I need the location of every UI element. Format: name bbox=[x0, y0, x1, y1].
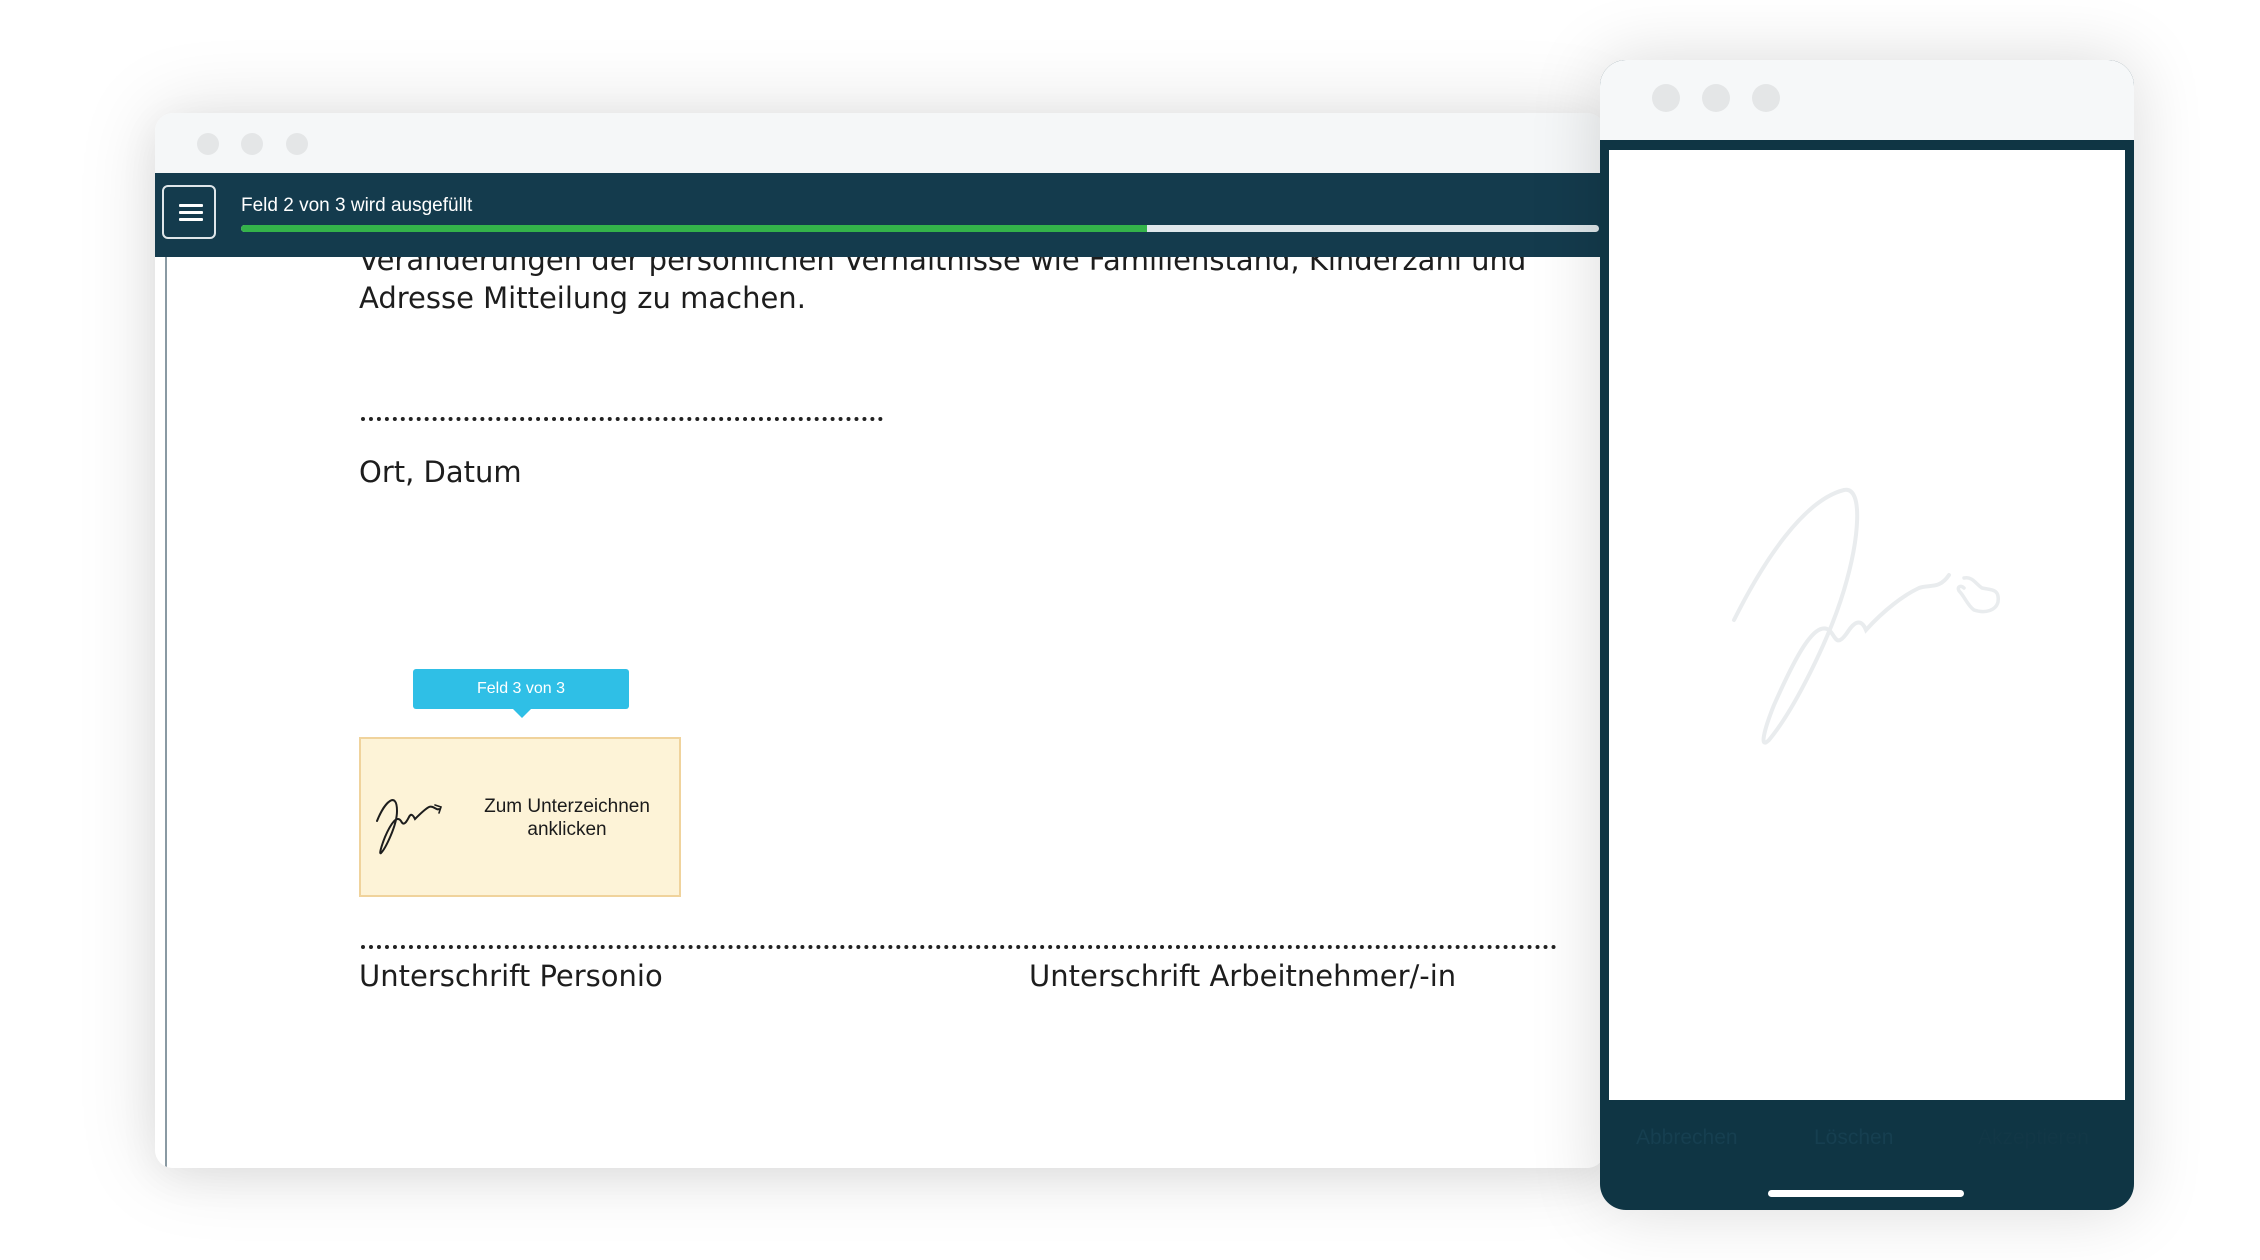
document-cut-off-line: Veränderungen der persönlichen Verhältni… bbox=[359, 257, 1527, 277]
window-close-dot[interactable] bbox=[197, 133, 219, 155]
signature-personio-label: Unterschrift Personio bbox=[359, 959, 663, 993]
clear-button[interactable]: Löschen bbox=[1814, 1126, 1893, 1150]
phone-dot-1 bbox=[1652, 84, 1680, 112]
progress-bar-fill bbox=[241, 225, 1147, 232]
phone-header bbox=[1600, 60, 2134, 140]
signature-actions: Abbrechen Löschen Akzeptieren bbox=[1600, 1126, 2134, 1166]
window-maximize-dot[interactable] bbox=[286, 133, 308, 155]
document-paragraph-line: Adresse Mitteilung zu machen. bbox=[359, 281, 806, 315]
progress-bar bbox=[241, 225, 1599, 232]
browser-window: Feld 2 von 3 wird ausgefüllt Veränderung… bbox=[155, 113, 1605, 1168]
document-viewer: Veränderungen der persönlichen Verhältni… bbox=[155, 257, 1605, 1168]
field-progress-text: Feld 2 von 3 wird ausgefüllt bbox=[241, 195, 473, 216]
accept-button[interactable]: Akzeptieren bbox=[1978, 1126, 2089, 1150]
signature-field[interactable]: Zum Unterzeichnen anklicken bbox=[359, 737, 681, 897]
place-date-dotted-line bbox=[361, 417, 883, 421]
field-counter-tag: Feld 3 von 3 bbox=[413, 669, 629, 718]
browser-titlebar bbox=[155, 113, 1605, 173]
phone-dot-3 bbox=[1752, 84, 1780, 112]
hamburger-menu-icon bbox=[179, 204, 203, 222]
phone-signature-pad: Abbrechen Löschen Akzeptieren bbox=[1600, 60, 2134, 1210]
signature-canvas[interactable] bbox=[1609, 150, 2125, 1100]
signature-placeholder-icon bbox=[1732, 487, 2000, 745]
document-edge bbox=[165, 257, 167, 1168]
home-indicator bbox=[1768, 1190, 1964, 1197]
sign-field-label: Zum Unterzeichnen anklicken bbox=[484, 796, 650, 840]
signing-toolbar: Feld 2 von 3 wird ausgefüllt bbox=[155, 173, 1605, 257]
menu-button[interactable] bbox=[162, 185, 216, 239]
signature-employee-label: Unterschrift Arbeitnehmer/-in bbox=[1029, 959, 1457, 993]
cancel-button[interactable]: Abbrechen bbox=[1636, 1126, 1738, 1150]
window-minimize-dot[interactable] bbox=[241, 133, 263, 155]
signature-dotted-line bbox=[361, 945, 1557, 949]
phone-dot-2 bbox=[1702, 84, 1730, 112]
signature-icon bbox=[376, 799, 443, 855]
place-date-label: Ort, Datum bbox=[359, 455, 522, 489]
